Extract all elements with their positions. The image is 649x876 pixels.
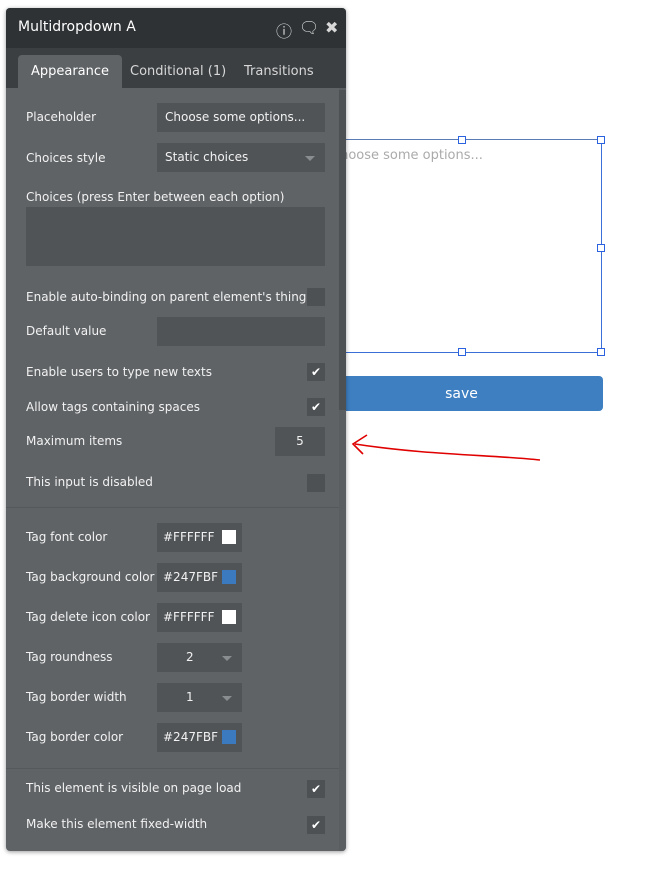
resize-handle[interactable] [458, 136, 466, 144]
multidropdown-element[interactable]: Choose some options... [317, 136, 605, 356]
default-value-label: Default value [26, 324, 107, 338]
chevron-down-icon [222, 696, 232, 701]
tags-spaces-label: Allow tags containing spaces [26, 400, 200, 414]
tag-bg-color-label: Tag background color [26, 570, 155, 584]
tag-bg-color-picker[interactable]: #247FBF [157, 563, 242, 592]
divider [6, 507, 339, 508]
color-swatch [222, 570, 236, 584]
visible-checkbox[interactable]: ✔ [307, 780, 325, 798]
comment-icon[interactable]: 🗨 [299, 18, 319, 37]
choices-style-dropdown[interactable]: Static choices [157, 143, 325, 172]
chevron-down-icon [305, 156, 315, 161]
max-items-label: Maximum items [26, 434, 123, 448]
placeholder-input[interactable]: Choose some options... [157, 103, 325, 132]
placeholder-label: Placeholder [26, 110, 97, 124]
tag-border-color-value: #247FBF [163, 730, 218, 744]
tag-font-color-value: #FFFFFF [163, 530, 215, 544]
tag-border-width-dropdown[interactable]: 1 [157, 683, 242, 712]
tag-roundness-value: 2 [186, 650, 194, 664]
tab-conditional[interactable]: Conditional (1) [118, 55, 238, 88]
tag-border-width-label: Tag border width [26, 690, 127, 704]
resize-handle[interactable] [597, 136, 605, 144]
type-new-checkbox[interactable]: ✔ [307, 363, 325, 381]
multidropdown-placeholder: Choose some options... [331, 148, 483, 163]
tag-border-color-picker[interactable]: #247FBF [157, 723, 242, 752]
tag-border-width-value: 1 [186, 690, 194, 704]
resize-handle[interactable] [597, 348, 605, 356]
disabled-checkbox[interactable] [307, 474, 325, 492]
save-button[interactable]: save [320, 376, 603, 411]
panel-header: Multidropdown A ⓘ 🗨 ✖ [6, 8, 346, 48]
tab-bar: Appearance Conditional (1) Transitions [6, 48, 346, 88]
tag-border-color-label: Tag border color [26, 730, 124, 744]
fixed-width-checkbox[interactable]: ✔ [307, 816, 325, 834]
tag-roundness-dropdown[interactable]: 2 [157, 643, 242, 672]
tag-bg-color-value: #247FBF [163, 570, 218, 584]
disabled-label: This input is disabled [26, 475, 153, 489]
fixed-width-label: Make this element fixed-width [26, 817, 208, 831]
autobind-label: Enable auto-binding on parent element's … [26, 290, 307, 304]
type-new-label: Enable users to type new texts [26, 365, 212, 379]
tag-font-color-label: Tag font color [26, 530, 108, 544]
scrollbar-thumb[interactable] [339, 90, 346, 410]
panel-title: Multidropdown A [18, 19, 136, 35]
tag-delete-color-label: Tag delete icon color [26, 610, 150, 624]
chevron-down-icon [222, 656, 232, 661]
tags-spaces-checkbox[interactable]: ✔ [307, 398, 325, 416]
default-value-input[interactable] [157, 317, 325, 346]
divider [6, 768, 339, 769]
tag-roundness-label: Tag roundness [26, 650, 113, 664]
choices-label: Choices (press Enter between each option… [26, 190, 285, 204]
tab-transitions[interactable]: Transitions [232, 55, 326, 88]
color-swatch [222, 610, 236, 624]
info-icon[interactable]: ⓘ [276, 18, 292, 42]
max-items-input[interactable]: 5 [275, 427, 325, 456]
color-swatch [222, 530, 236, 544]
resize-handle[interactable] [458, 348, 466, 356]
color-swatch [222, 730, 236, 744]
autobind-checkbox[interactable] [307, 288, 325, 306]
close-icon[interactable]: ✖ [325, 18, 338, 37]
resize-handle[interactable] [597, 244, 605, 252]
tag-font-color-picker[interactable]: #FFFFFF [157, 523, 242, 552]
choices-style-value: Static choices [165, 150, 249, 164]
red-arrow-annotation [351, 434, 541, 461]
tag-delete-color-picker[interactable]: #FFFFFF [157, 603, 242, 632]
visible-label: This element is visible on page load [26, 781, 242, 795]
tag-delete-color-value: #FFFFFF [163, 610, 215, 624]
property-editor-panel: Multidropdown A ⓘ 🗨 ✖ Appearance Conditi… [6, 8, 346, 851]
tab-appearance[interactable]: Appearance [18, 55, 122, 88]
choices-textarea[interactable] [26, 207, 325, 266]
choices-style-label: Choices style [26, 151, 106, 165]
